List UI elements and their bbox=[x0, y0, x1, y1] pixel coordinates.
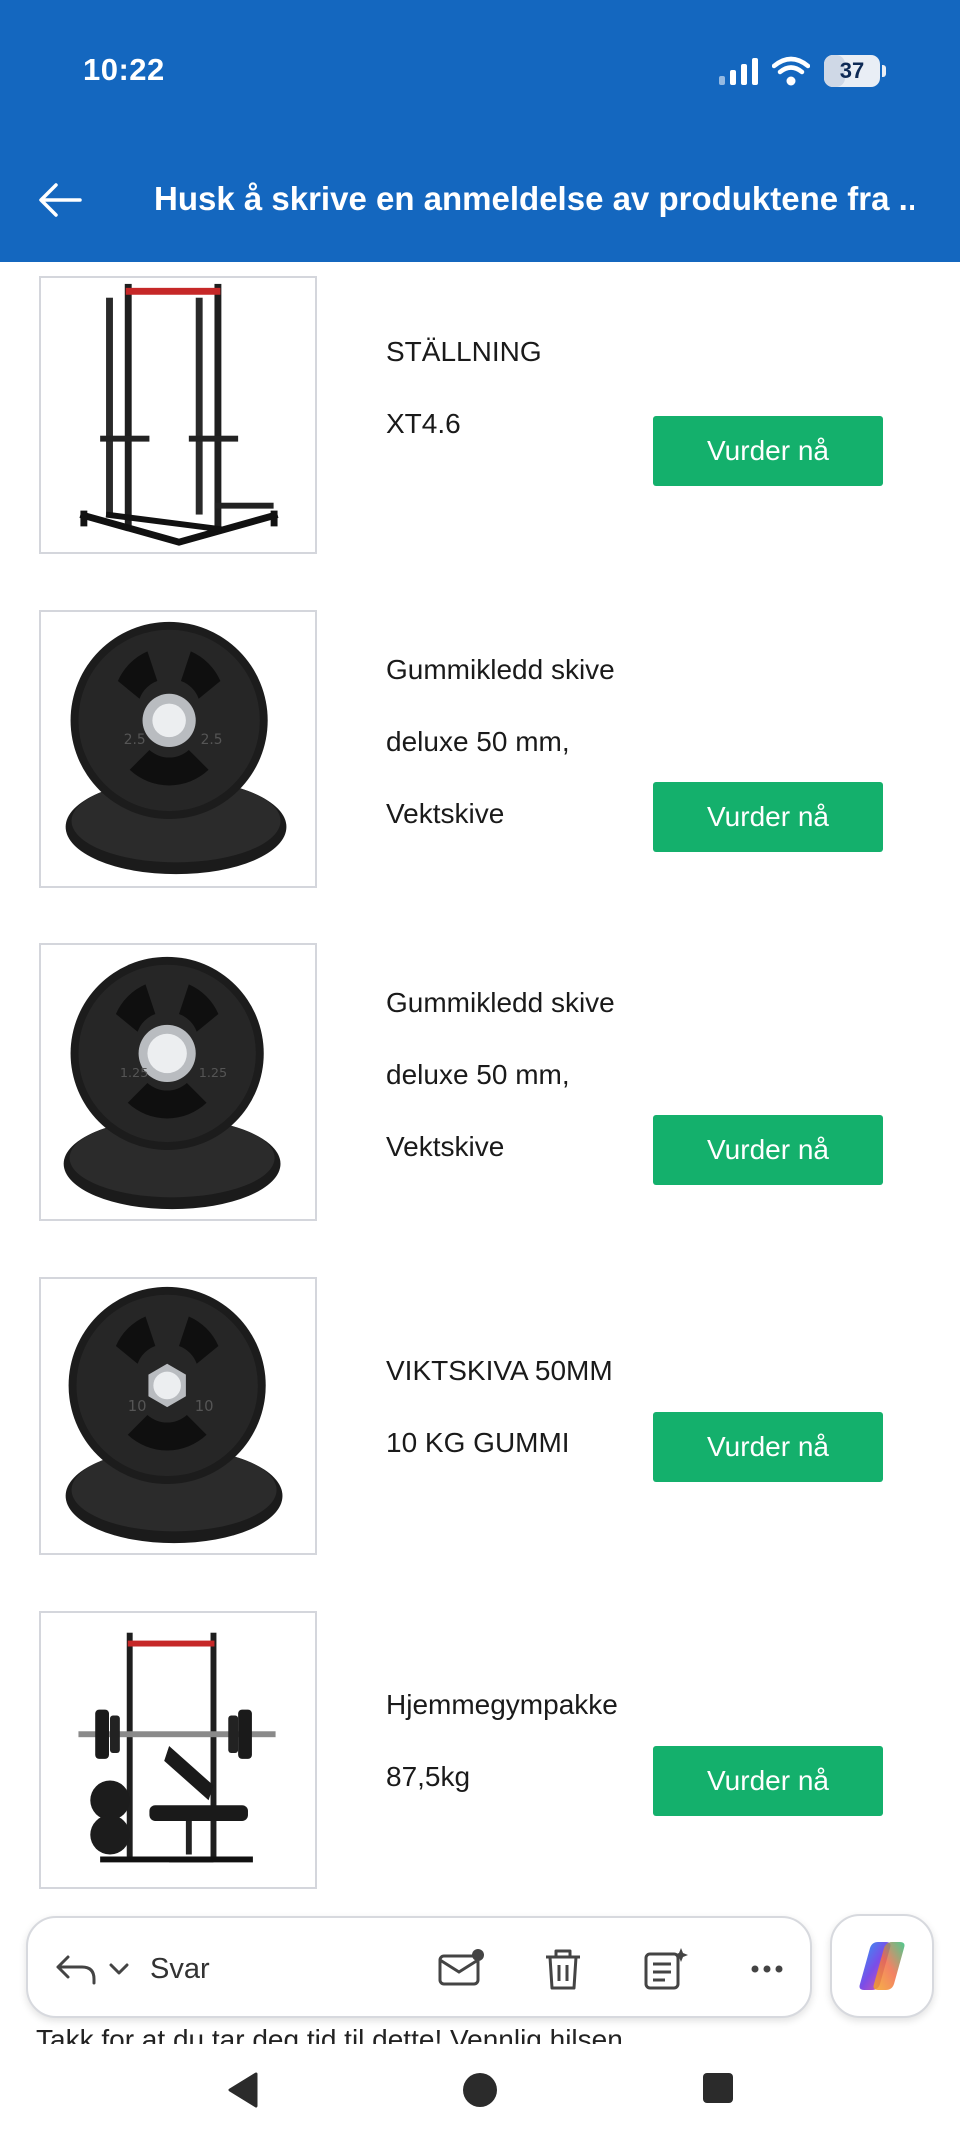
product-name-line: deluxe 50 mm, bbox=[386, 726, 570, 757]
delete-icon[interactable] bbox=[538, 1944, 588, 1994]
battery-icon: 37 bbox=[824, 55, 886, 87]
rate-now-button[interactable]: Vurder nå bbox=[653, 782, 883, 852]
back-arrow-icon[interactable] bbox=[36, 180, 84, 220]
reply-label: Svar bbox=[150, 1952, 210, 1985]
battery-level: 37 bbox=[839, 58, 865, 83]
title-bar: Husk å skrive en anmeldelse av produkten… bbox=[0, 160, 960, 240]
product-name-line: 10 KG GUMMI bbox=[386, 1427, 570, 1458]
plate-weight-label: 1.25 bbox=[120, 1066, 149, 1081]
mark-unread-icon[interactable] bbox=[436, 1944, 486, 1994]
reply-icon bbox=[56, 1955, 96, 1985]
status-bar: 10:22 37 bbox=[0, 0, 960, 140]
rate-now-button[interactable]: Vurder nå bbox=[653, 1115, 883, 1185]
plate-weight-label: 10 bbox=[195, 1398, 214, 1415]
email-body-footer: Takk for at du tar deg tid til dette! Ve… bbox=[36, 2024, 623, 2044]
product-item: 10 10 VIKTSKIVA 50MM 10 KG GUMMI Vurder … bbox=[0, 1277, 960, 1557]
product-name-line: Gummikledd skive bbox=[386, 987, 615, 1018]
product-name-line: VIKTSKIVA 50MM bbox=[386, 1355, 613, 1386]
wifi-icon bbox=[772, 56, 810, 86]
product-image-weight-plate: 10 10 bbox=[39, 1277, 317, 1555]
product-name-line: XT4.6 bbox=[386, 408, 461, 439]
reply-button[interactable]: Svar bbox=[54, 1944, 210, 1994]
product-image-squat-rack bbox=[39, 276, 317, 554]
home-circle-icon[interactable] bbox=[460, 2070, 500, 2110]
product-name-line: Hjemmegympakke bbox=[386, 1689, 618, 1720]
product-item: 2.5 2.5 Gummikledd skive deluxe 50 mm, V… bbox=[0, 610, 960, 890]
product-name-line: deluxe 50 mm, bbox=[386, 1059, 570, 1090]
email-subject: Husk å skrive en anmeldelse av produkten… bbox=[154, 180, 914, 217]
back-triangle-icon[interactable] bbox=[224, 2070, 260, 2110]
copilot-button[interactable] bbox=[830, 1914, 934, 2018]
product-name-line: Vektskive bbox=[386, 798, 505, 829]
rate-now-button[interactable]: Vurder nå bbox=[653, 1746, 883, 1816]
chevron-down-icon[interactable] bbox=[108, 1961, 130, 1977]
product-image-home-gym bbox=[39, 1611, 317, 1889]
plate-weight-label: 2.5 bbox=[201, 732, 223, 748]
rate-now-button[interactable]: Vurder nå bbox=[653, 416, 883, 486]
more-options-icon[interactable] bbox=[742, 1944, 792, 1994]
product-item: Hjemmegympakke 87,5kg Vurder nå bbox=[0, 1611, 960, 1891]
email-action-bar: Svar bbox=[26, 1916, 812, 2018]
status-time: 10:22 bbox=[83, 52, 165, 87]
status-icons: 37 bbox=[719, 54, 886, 88]
plate-weight-label: 2.5 bbox=[124, 732, 146, 748]
copilot-icon bbox=[859, 1942, 905, 1990]
product-name-line: 87,5kg bbox=[386, 1761, 471, 1792]
summarize-icon[interactable] bbox=[640, 1944, 690, 1994]
cellular-signal-icon bbox=[719, 57, 758, 85]
product-name-line: Gummikledd skive bbox=[386, 654, 615, 685]
product-item: STÄLLNING XT4.6 Vurder nå bbox=[0, 276, 960, 556]
rate-now-button[interactable]: Vurder nå bbox=[653, 1412, 883, 1482]
product-name-line: STÄLLNING bbox=[386, 336, 542, 367]
product-item: 1.25 1.25 Gummikledd skive deluxe 50 mm,… bbox=[0, 943, 960, 1223]
product-image-weight-plate: 2.5 2.5 bbox=[39, 610, 317, 888]
app-header: 10:22 37 Husk å skrive en anmeldelse av … bbox=[0, 0, 960, 262]
plate-weight-label: 10 bbox=[128, 1398, 147, 1415]
recents-square-icon[interactable] bbox=[700, 2070, 736, 2106]
plate-weight-label: 1.25 bbox=[199, 1066, 228, 1081]
product-name-line: Vektskive bbox=[386, 1131, 505, 1162]
system-nav-bar bbox=[0, 2044, 960, 2137]
product-image-weight-plate: 1.25 1.25 bbox=[39, 943, 317, 1221]
